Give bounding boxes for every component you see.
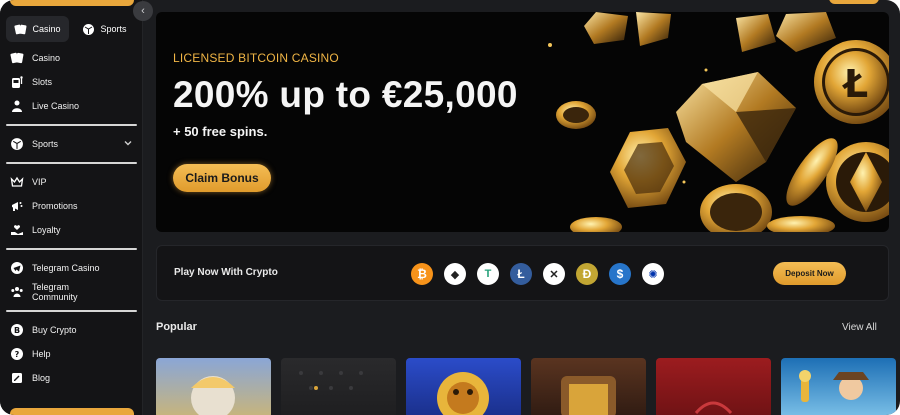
game-card[interactable] [531,358,646,415]
sidebar-menu: Casino Slots Live Casino Sports VIP Prom… [0,46,143,390]
view-all-link[interactable]: View All [842,322,877,333]
sidebar-item-label: Telegram Community [32,282,78,302]
game-card[interactable] [281,358,396,415]
sidebar-bottom-accent [10,408,134,415]
svg-text:?: ? [15,350,20,359]
sidebar-item-label: Buy Crypto [32,325,77,335]
sidebar-item-label: Casino [32,53,61,63]
game-thumbnail [299,371,363,390]
sidebar-divider [6,310,137,312]
sidebar-item-label: Loyalty [32,225,61,235]
ripple-icon[interactable]: ✕ [543,263,565,285]
crypto-coin-list: ₿ ◆ T Ł ✕ Ð $ ✺ [411,263,664,285]
game-card[interactable] [156,358,271,415]
sidebar-divider [6,248,137,250]
sidebar-item-help[interactable]: ? Help [0,342,143,366]
cards-icon [14,23,27,36]
bitcoin-icon[interactable]: ₿ [411,263,433,285]
sidebar-item-vip[interactable]: VIP [0,170,143,194]
sidebar-item-casino[interactable]: Casino [0,46,143,70]
main-content: LICENSED BITCOIN CASINO 200% up to €25,0… [143,0,900,415]
collapse-sidebar-button[interactable]: ‹ [133,1,153,21]
sidebar-item-sports[interactable]: Sports [0,132,143,156]
sidebar-item-label: VIP [32,177,47,187]
dogecoin-icon[interactable]: Ð [576,263,598,285]
sidebar-item-blog[interactable]: Blog [0,366,143,390]
ball-icon [82,23,95,36]
tab-label: Casino [32,24,61,34]
sidebar-item-slots[interactable]: Slots [0,70,143,94]
hero-banner: LICENSED BITCOIN CASINO 200% up to €25,0… [156,12,889,232]
sidebar-item-promotions[interactable]: Promotions [0,194,143,218]
crown-icon [10,175,24,189]
sidebar-item-live-casino[interactable]: Live Casino [0,94,143,118]
sidebar-top-accent [10,0,134,6]
sidebar-divider [6,162,137,164]
sidebar-item-label: Slots [32,77,53,87]
svg-text:B: B [14,326,20,335]
hero-artwork: Ł [548,12,889,232]
claim-bonus-button[interactable]: Claim Bonus [173,164,271,192]
game-thumbnail [561,376,616,415]
game-thumbnail [191,376,235,415]
sidebar-item-buy-crypto[interactable]: B Buy Crypto [0,318,143,342]
telegram-icon [10,261,24,275]
sidebar-divider [6,124,137,126]
tether-icon[interactable]: T [477,263,499,285]
popular-section-title: Popular [156,321,197,333]
game-thumbnail [799,370,869,402]
game-card[interactable] [781,358,896,415]
tab-sports[interactable]: Sports [73,16,136,42]
app-frame: Casino Sports Casino Slots Live Casino S… [0,0,900,415]
blog-icon [10,371,24,385]
cardano-icon[interactable]: ✺ [642,263,664,285]
header-accent [829,0,879,4]
crypto-bar: Play Now With Crypto ₿ ◆ T Ł ✕ Ð $ ✺ Dep… [156,245,889,301]
sidebar-item-label: Live Casino [32,101,80,111]
hand-heart-icon [10,223,24,237]
game-thumbnail [694,401,733,415]
dealer-icon [10,99,24,113]
usd-coin-icon[interactable]: $ [609,263,631,285]
sidebar-item-telegram-community[interactable]: Telegram Community [0,280,143,304]
game-card[interactable] [656,358,771,415]
help-icon: ? [10,347,24,361]
sidebar-item-label: Sports [32,139,59,149]
game-card[interactable] [406,358,521,415]
sidebar-item-label: Blog [32,373,51,383]
bitcoin-icon: B [10,323,24,337]
hero-subtitle: + 50 free spins. [173,124,268,139]
sidebar-item-label: Telegram Casino [32,263,100,273]
community-icon [10,285,24,299]
sidebar-item-telegram-casino[interactable]: Telegram Casino [0,256,143,280]
tab-casino[interactable]: Casino [6,16,69,42]
deposit-now-button[interactable]: Deposit Now [773,262,846,285]
sidebar-item-loyalty[interactable]: Loyalty [0,218,143,242]
game-thumbnail [437,372,489,415]
slot-machine-icon [10,75,24,89]
megaphone-icon [10,199,24,213]
ethereum-icon[interactable]: ◆ [444,263,466,285]
svg-text:Ł: Ł [842,62,868,106]
sidebar-tabs: Casino Sports [6,16,136,42]
chevron-down-icon [123,138,133,150]
hero-title: 200% up to €25,000 [173,74,518,115]
chevron-left-icon: ‹ [141,5,145,17]
tab-label: Sports [100,24,127,34]
sidebar-item-label: Help [32,349,51,359]
game-list [156,358,896,415]
sidebar-item-label: Promotions [32,201,78,211]
cards-icon [10,51,24,65]
crypto-label: Play Now With Crypto [174,267,278,278]
hero-kicker: LICENSED BITCOIN CASINO [173,51,339,65]
ball-icon [10,137,24,151]
litecoin-icon[interactable]: Ł [510,263,532,285]
sidebar: Casino Sports Casino Slots Live Casino S… [0,0,143,415]
